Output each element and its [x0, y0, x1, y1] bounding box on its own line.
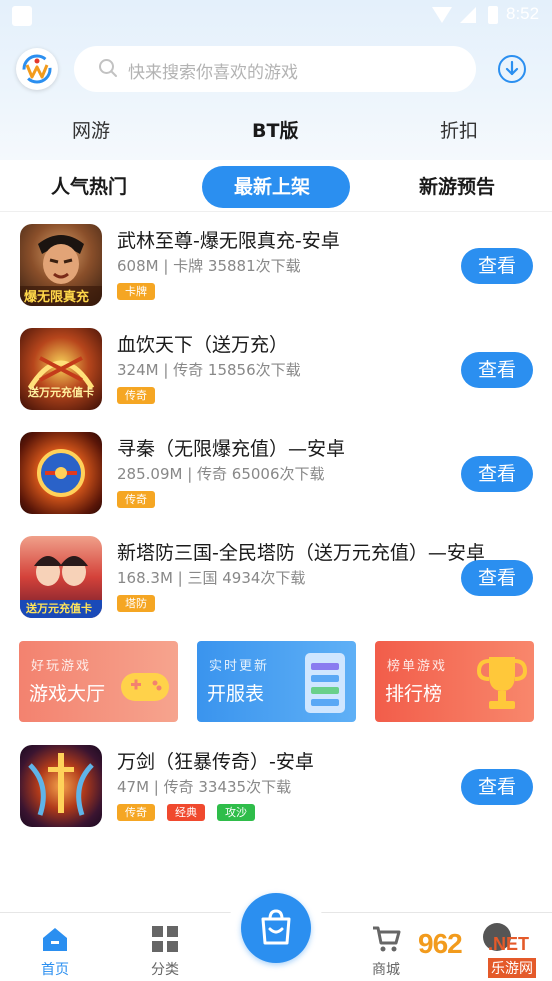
- game-tags: 塔防: [117, 592, 167, 612]
- watermark-site: 乐游网: [488, 958, 536, 978]
- nav-item-category[interactable]: 分类: [120, 913, 210, 981]
- server-list-icon: [305, 653, 345, 713]
- logo-icon: [22, 54, 52, 84]
- watermark-brand: 962: [418, 928, 463, 959]
- tag-badge: 传奇: [117, 387, 155, 404]
- notification-icon: [12, 6, 32, 26]
- tab-new-releases[interactable]: 最新上架: [234, 172, 310, 199]
- tag-badge: 传奇: [117, 491, 155, 508]
- game-list-item[interactable]: 万剑（狂暴传奇）-安卓 47M | 传奇 33435次下载 传奇 经典 攻沙 查看: [0, 745, 552, 849]
- icon-overlay-text: 爆无限真充: [24, 290, 90, 305]
- game-list-item[interactable]: 寻秦（无限爆充值）—安卓 285.09M | 传奇 65006次下载 传奇 查看: [0, 432, 552, 536]
- grid-icon: [152, 926, 178, 952]
- tab-upcoming[interactable]: 新游预告: [419, 172, 495, 199]
- tab-bt-version[interactable]: BT版: [252, 116, 298, 143]
- warrior-game-icon: 爆无限真充: [20, 224, 102, 306]
- shopping-bag-icon: [261, 909, 291, 945]
- tag-badge: 塔防: [117, 595, 155, 612]
- icon-overlay-text: 送万元充值卡: [28, 386, 94, 399]
- top-tabs: 网游 BT版 折扣: [0, 108, 552, 152]
- banner-subtitle: 好玩游戏: [31, 659, 92, 674]
- center-store-button[interactable]: [241, 893, 311, 963]
- orb-game-icon: [20, 432, 102, 514]
- banner-title: 游戏大厅: [29, 683, 106, 705]
- view-button[interactable]: 查看: [461, 560, 533, 596]
- status-time: 8:52: [506, 4, 540, 23]
- nav-item-home[interactable]: 首页: [10, 913, 100, 981]
- game-meta: 285.09M | 传奇 65006次下载: [117, 465, 325, 483]
- home-icon: [43, 928, 67, 951]
- game-meta: 324M | 传奇 15856次下载: [117, 361, 301, 379]
- game-list-item[interactable]: 送万元充值卡 血饮天下（送万充） 324M | 传奇 15856次下载 传奇 查…: [0, 328, 552, 432]
- banner-subtitle: 实时更新: [209, 659, 270, 674]
- game-hall-banner[interactable]: 好玩游戏 游戏大厅: [19, 641, 178, 722]
- game-title: 新塔防三国-全民塔防（送万元充值）—安卓: [117, 542, 485, 564]
- banner-subtitle: 榜单游戏: [387, 659, 448, 674]
- gamepad-icon: [121, 673, 169, 701]
- game-title: 武林至尊-爆无限真充-安卓: [117, 230, 340, 252]
- game-tags: 传奇 经典 攻沙: [117, 801, 267, 821]
- ranking-banner[interactable]: 榜单游戏 排行榜: [375, 641, 534, 722]
- game-title: 寻秦（无限爆充值）—安卓: [117, 438, 346, 460]
- tag-badge: 传奇: [117, 804, 155, 821]
- status-bar: 8:52: [0, 0, 552, 32]
- tab-popular[interactable]: 人气热门: [51, 172, 127, 199]
- icon-overlay-text: 送万元充值卡: [26, 602, 92, 615]
- view-button[interactable]: 查看: [461, 769, 533, 805]
- battery-icon: [488, 6, 498, 24]
- server-list-banner[interactable]: 实时更新 开服表: [197, 641, 356, 722]
- sword-game-icon: [20, 745, 102, 827]
- nav-label: 首页: [41, 962, 69, 978]
- nav-label: 分类: [151, 962, 179, 978]
- watermark-logo: 962 .NET 乐游网: [418, 928, 548, 978]
- game-tags: 卡牌: [117, 280, 167, 300]
- legend-game-icon: 送万元充值卡: [20, 328, 102, 410]
- tag-badge: 攻沙: [217, 804, 255, 821]
- game-title: 万剑（狂暴传奇）-安卓: [117, 751, 314, 773]
- three-kingdoms-game-icon: 送万元充值卡: [20, 536, 102, 618]
- tag-badge: 经典: [167, 804, 205, 821]
- tab-discount[interactable]: 折扣: [440, 116, 478, 143]
- game-meta: 168.3M | 三国 4934次下载: [117, 569, 306, 587]
- game-list-item[interactable]: 送万元充值卡 新塔防三国-全民塔防（送万元充值）—安卓 168.3M | 三国 …: [0, 536, 552, 640]
- tag-badge: 卡牌: [117, 283, 155, 300]
- view-button[interactable]: 查看: [461, 352, 533, 388]
- view-button[interactable]: 查看: [461, 456, 533, 492]
- game-tags: 传奇: [117, 384, 167, 404]
- trophy-icon: [476, 657, 528, 709]
- watermark-suffix: .NET: [488, 934, 530, 954]
- game-meta: 608M | 卡牌 35881次下载: [117, 257, 301, 275]
- game-meta: 47M | 传奇 33435次下载: [117, 778, 292, 796]
- signal-icon: [460, 7, 476, 23]
- tab-online-games[interactable]: 网游: [72, 116, 110, 143]
- banner-title: 排行榜: [385, 683, 443, 705]
- download-icon[interactable]: [497, 54, 527, 84]
- search-input[interactable]: 快来搜索你喜欢的游戏: [74, 46, 476, 92]
- sub-tabs: 人气热门 最新上架 新游预告: [0, 160, 552, 212]
- game-list-item[interactable]: 爆无限真充 武林至尊-爆无限真充-安卓 608M | 卡牌 35881次下载 卡…: [0, 224, 552, 328]
- search-icon: [99, 59, 117, 77]
- cart-icon: [373, 926, 401, 952]
- search-placeholder: 快来搜索你喜欢的游戏: [128, 63, 298, 83]
- app-logo[interactable]: [16, 48, 58, 90]
- banner-title: 开服表: [207, 683, 265, 705]
- game-title: 血饮天下（送万充）: [117, 334, 289, 356]
- view-button[interactable]: 查看: [461, 248, 533, 284]
- game-tags: 传奇: [117, 488, 167, 508]
- wifi-icon: [432, 7, 452, 23]
